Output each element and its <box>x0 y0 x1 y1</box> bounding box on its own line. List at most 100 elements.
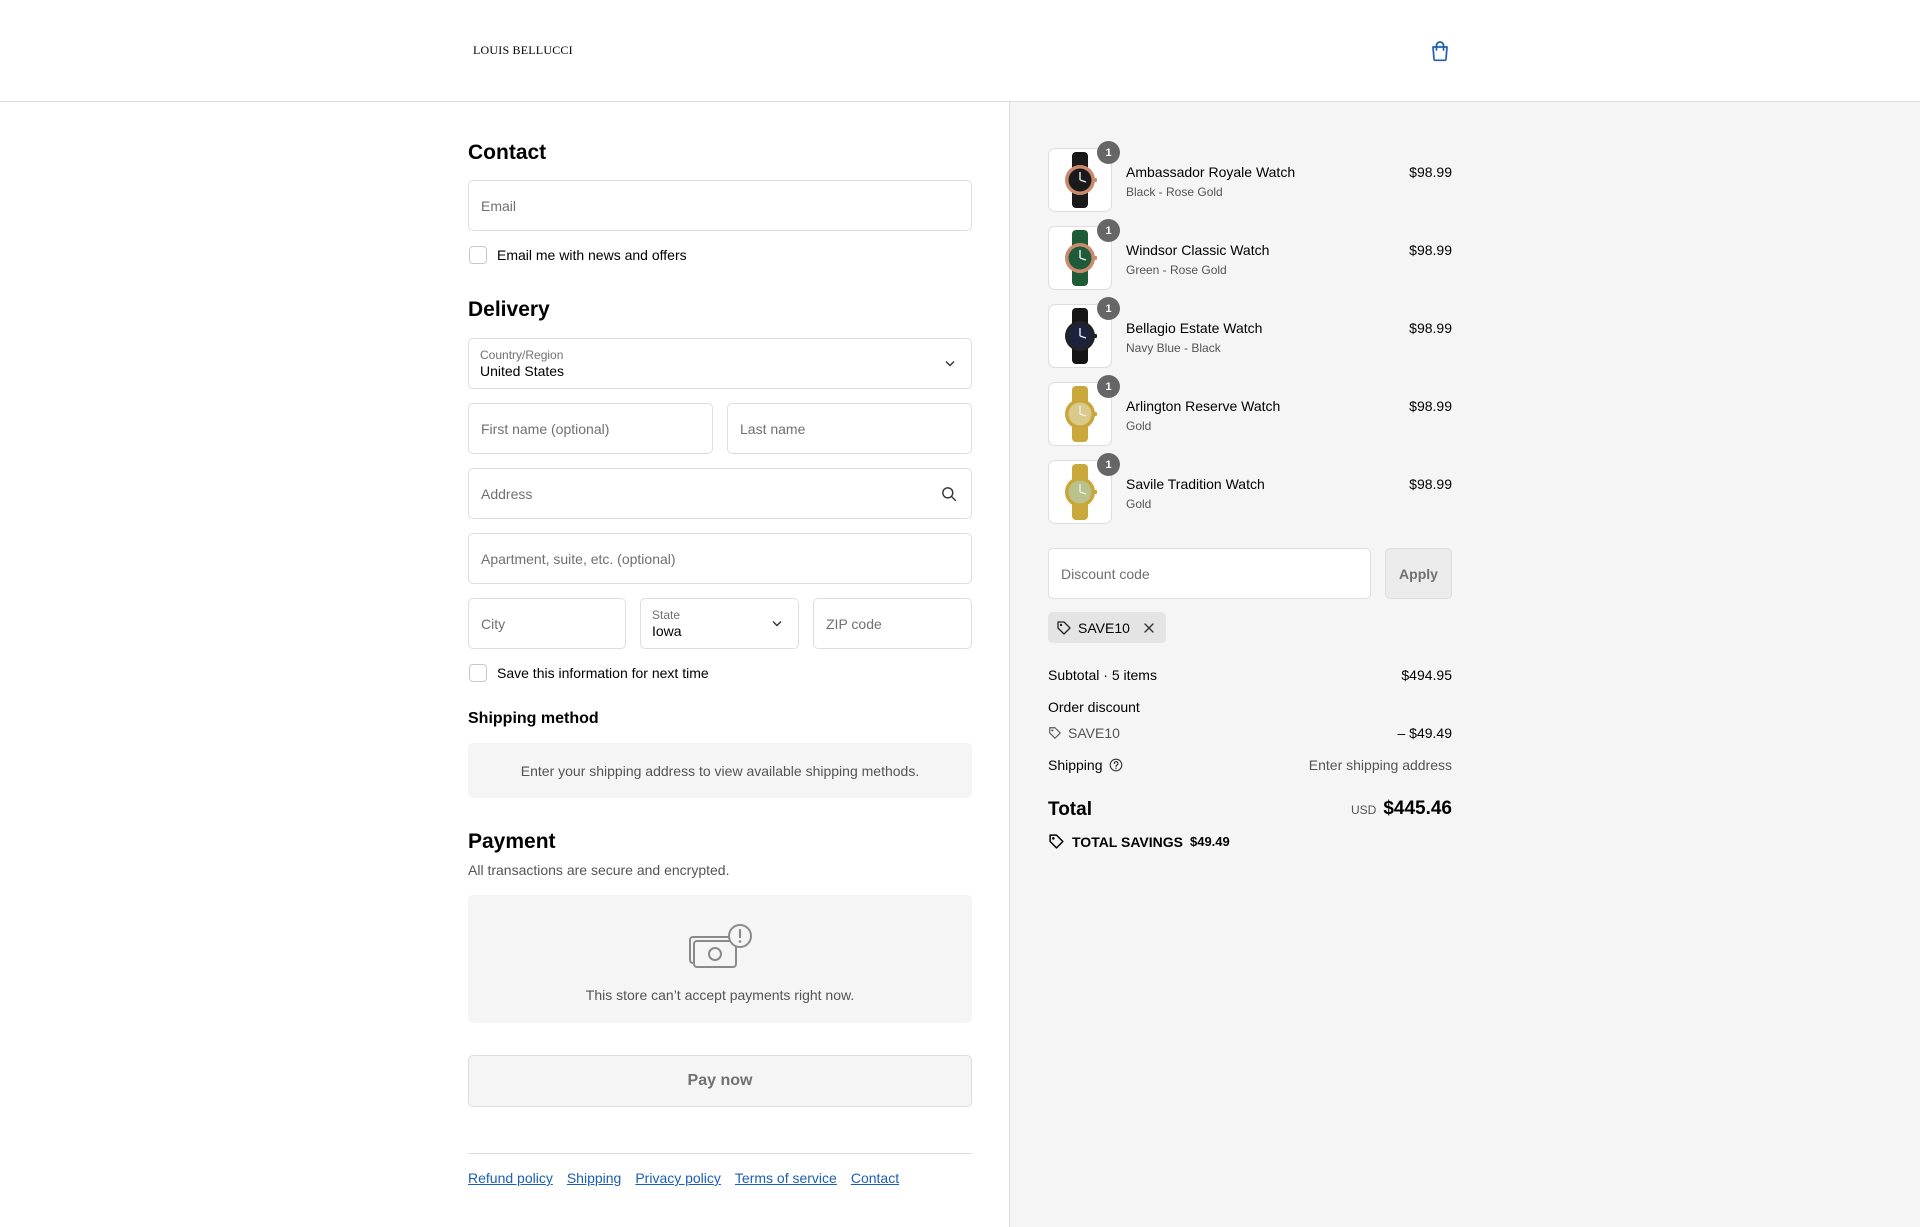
help-icon[interactable] <box>1109 758 1123 772</box>
total-savings-label: TOTAL SAVINGS <box>1072 833 1183 850</box>
newsletter-checkbox[interactable] <box>469 246 487 264</box>
payment-unavailable-message: This store can’t accept payments right n… <box>585 987 855 1003</box>
applied-discount-code: SAVE10 <box>1078 619 1130 636</box>
save-info-checkbox[interactable] <box>469 664 487 682</box>
product-thumbnail: 1 <box>1048 297 1120 368</box>
item-variant: Gold <box>1126 497 1152 511</box>
chevron-down-icon <box>772 621 782 627</box>
terms-of-service-link[interactable]: Terms of service <box>735 1170 837 1186</box>
zip-field[interactable] <box>813 598 972 649</box>
email-input[interactable] <box>469 181 971 230</box>
last-name-field[interactable] <box>727 403 972 454</box>
shipping-method-notice: Enter your shipping address to view avai… <box>468 743 972 798</box>
discount-code-row: SAVE10 <box>1048 725 1120 741</box>
remove-discount-icon[interactable] <box>1142 621 1156 635</box>
discount-code-field[interactable] <box>1048 548 1371 599</box>
item-price: $98.99 <box>1409 476 1452 492</box>
apply-discount-button[interactable]: Apply <box>1385 548 1452 599</box>
applied-discount-chip: SAVE10 <box>1048 612 1166 643</box>
item-price: $98.99 <box>1409 164 1452 180</box>
quantity-badge: 1 <box>1097 375 1120 398</box>
shipping-method-heading: Shipping method <box>468 710 599 727</box>
product-thumbnail: 1 <box>1048 141 1120 212</box>
item-name: Savile Tradition Watch <box>1126 476 1265 492</box>
quantity-badge: 1 <box>1097 297 1120 320</box>
apartment-field[interactable] <box>468 533 972 584</box>
subtotal-label: Subtotal · 5 items <box>1048 667 1157 683</box>
zip-input[interactable] <box>814 599 971 648</box>
cart-item: 1 Arlington Reserve Watch Gold $98.99 <box>1048 375 1452 446</box>
total-amount: USD $445.46 <box>1351 798 1452 820</box>
quantity-badge: 1 <box>1097 219 1120 242</box>
item-name: Bellagio Estate Watch <box>1126 320 1263 336</box>
save-info-label: Save this information for next time <box>497 665 709 681</box>
total-savings-value: $49.49 <box>1189 834 1230 849</box>
contact-heading: Contact <box>468 141 547 164</box>
privacy-policy-link[interactable]: Privacy policy <box>635 1170 721 1186</box>
site-header: LOUIS BELLUCCI <box>0 0 1920 102</box>
footer-divider <box>468 1153 972 1154</box>
chevron-down-icon <box>945 361 955 367</box>
first-name-field[interactable] <box>468 403 713 454</box>
cash-warning-icon <box>689 924 752 968</box>
product-thumbnail: 1 <box>1048 453 1120 524</box>
subtotal-value: $494.95 <box>1401 667 1452 683</box>
footer-links: Refund policy Shipping Privacy policy Te… <box>468 1170 899 1186</box>
discount-code-label: SAVE10 <box>1068 725 1120 741</box>
delivery-heading: Delivery <box>468 298 550 321</box>
product-thumbnail: 1 <box>1048 219 1120 290</box>
cart-item: 1 Savile Tradition Watch Gold $98.99 <box>1048 453 1452 524</box>
apartment-input[interactable] <box>469 534 971 583</box>
item-name: Ambassador Royale Watch <box>1126 164 1296 180</box>
last-name-input[interactable] <box>728 404 971 453</box>
item-name: Arlington Reserve Watch <box>1126 398 1281 414</box>
cart-item: 1 Bellagio Estate Watch Navy Blue - Blac… <box>1048 297 1452 368</box>
payment-subtitle: All transactions are secure and encrypte… <box>468 862 730 878</box>
discount-amount: – $49.49 <box>1397 725 1453 741</box>
shipping-row: Shipping <box>1048 757 1123 773</box>
state-select-value: Iowa <box>652 623 682 639</box>
search-icon <box>942 487 957 502</box>
country-select[interactable]: Country/Region United States <box>468 338 972 389</box>
quantity-badge: 1 <box>1097 141 1120 164</box>
shopping-bag-icon[interactable] <box>1429 40 1451 62</box>
brand-logo[interactable]: LOUIS BELLUCCI <box>473 43 573 58</box>
email-field[interactable] <box>468 180 972 231</box>
item-price: $98.99 <box>1409 398 1452 414</box>
shipping-label: Shipping <box>1048 757 1103 773</box>
quantity-badge: 1 <box>1097 453 1120 476</box>
newsletter-label: Email me with news and offers <box>497 247 687 263</box>
tag-icon <box>1057 620 1071 635</box>
country-select-label: Country/Region <box>480 348 564 362</box>
product-thumbnail: 1 <box>1048 375 1120 446</box>
address-input[interactable] <box>469 469 971 518</box>
shipping-policy-link[interactable]: Shipping <box>567 1170 622 1186</box>
contact-link[interactable]: Contact <box>851 1170 899 1186</box>
total-label: Total <box>1048 799 1092 820</box>
state-select-label: State <box>652 608 681 622</box>
discount-code-input[interactable] <box>1049 549 1370 598</box>
payment-unavailable-box: This store can’t accept payments right n… <box>468 895 972 1023</box>
item-variant: Black - Rose Gold <box>1126 185 1223 199</box>
total-savings-row: TOTAL SAVINGS $49.49 <box>1048 833 1230 850</box>
state-select[interactable]: State Iowa <box>640 598 799 649</box>
city-field[interactable] <box>468 598 626 649</box>
item-variant: Gold <box>1126 419 1152 433</box>
currency-code: USD <box>1350 803 1377 817</box>
item-price: $98.99 <box>1409 320 1452 336</box>
refund-policy-link[interactable]: Refund policy <box>468 1170 553 1186</box>
payment-heading: Payment <box>468 830 556 853</box>
address-field[interactable] <box>468 468 972 519</box>
city-input[interactable] <box>469 599 625 648</box>
first-name-input[interactable] <box>469 404 712 453</box>
item-variant: Navy Blue - Black <box>1126 341 1221 355</box>
item-price: $98.99 <box>1409 242 1452 258</box>
tag-icon <box>1049 727 1061 739</box>
cart-item: 1 Ambassador Royale Watch Black - Rose G… <box>1048 141 1452 212</box>
pay-now-button[interactable]: Pay now <box>468 1055 972 1107</box>
item-name: Windsor Classic Watch <box>1126 242 1270 258</box>
cart-item: 1 Windsor Classic Watch Green - Rose Gol… <box>1048 219 1452 290</box>
total-value: $445.46 <box>1383 798 1452 819</box>
order-discount-label: Order discount <box>1048 699 1140 715</box>
tag-icon <box>1049 834 1064 849</box>
